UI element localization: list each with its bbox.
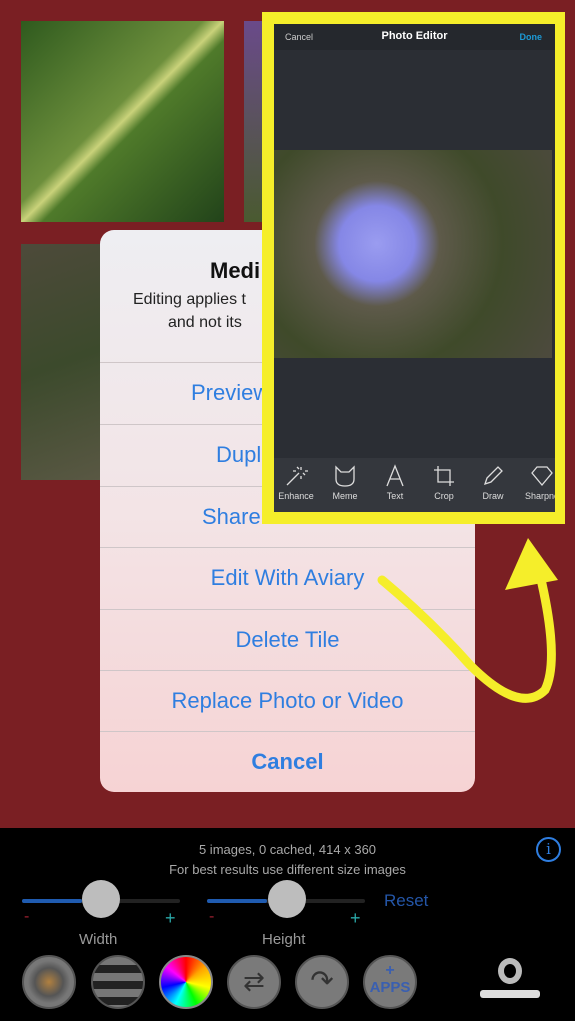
height-slider[interactable] xyxy=(207,880,365,918)
tool-label: Text xyxy=(386,491,404,501)
photo-editor-highlight: Cancel Photo Editor Done Enhance Meme Te… xyxy=(262,12,565,524)
editor-title: Photo Editor xyxy=(381,30,448,42)
layout-button[interactable] xyxy=(91,955,145,1009)
editor-header: Cancel Photo Editor Done xyxy=(274,24,555,50)
editor-done-button[interactable]: Done xyxy=(520,32,543,42)
cat-icon xyxy=(335,465,355,487)
crop-icon xyxy=(434,466,454,486)
tool-enhance[interactable]: Enhance xyxy=(274,464,321,501)
editor-toolbar: Enhance Meme Text Crop Draw Sharpne xyxy=(274,458,555,512)
size-hint: For best results use different size imag… xyxy=(169,862,406,877)
apps-button[interactable]: + APPS xyxy=(363,955,417,1009)
color-wheel-button[interactable] xyxy=(159,955,213,1009)
tool-label: Draw xyxy=(482,491,504,501)
tool-label: Meme xyxy=(332,491,358,501)
width-minus: - xyxy=(24,908,30,925)
photo-editor: Cancel Photo Editor Done Enhance Meme Te… xyxy=(274,24,555,512)
tool-label: Enhance xyxy=(278,491,314,501)
info-icon[interactable]: i xyxy=(536,837,561,862)
height-minus: - xyxy=(209,908,215,925)
tool-draw[interactable]: Draw xyxy=(468,464,518,501)
resize-button[interactable]: ⇄ xyxy=(227,955,281,1009)
width-slider[interactable] xyxy=(22,880,180,918)
text-icon xyxy=(386,464,404,487)
apps-label: APPS xyxy=(369,979,411,996)
tool-text[interactable]: Text xyxy=(370,464,420,501)
width-plus: + xyxy=(165,908,176,928)
tool-crop[interactable]: Crop xyxy=(419,464,469,501)
redo-arrow-icon: ↷ xyxy=(310,965,334,996)
editor-photo xyxy=(274,150,552,358)
height-label: Height xyxy=(262,931,306,948)
tool-label: Sharpne xyxy=(524,491,555,501)
tool-meme[interactable]: Meme xyxy=(320,464,370,501)
slider-thumb[interactable] xyxy=(82,880,120,918)
magic-wand-icon xyxy=(286,466,308,486)
watermark-logo xyxy=(480,946,540,1012)
reset-button[interactable]: Reset xyxy=(384,891,428,911)
photos-button[interactable] xyxy=(22,955,76,1009)
arrows-icon: ⇄ xyxy=(243,966,265,996)
tool-sharpen[interactable]: Sharpne xyxy=(517,464,555,501)
images-info: 5 images, 0 cached, 414 x 360 xyxy=(198,842,377,857)
share-button[interactable]: ↷ xyxy=(295,955,349,1009)
slider-thumb[interactable] xyxy=(268,880,306,918)
tool-label: Crop xyxy=(434,491,454,501)
bottom-panel: 5 images, 0 cached, 414 x 360 For best r… xyxy=(0,828,575,1021)
pencil-icon xyxy=(483,466,503,486)
diamond-icon xyxy=(531,466,553,487)
height-plus: + xyxy=(350,908,361,928)
width-label: Width xyxy=(79,931,118,948)
